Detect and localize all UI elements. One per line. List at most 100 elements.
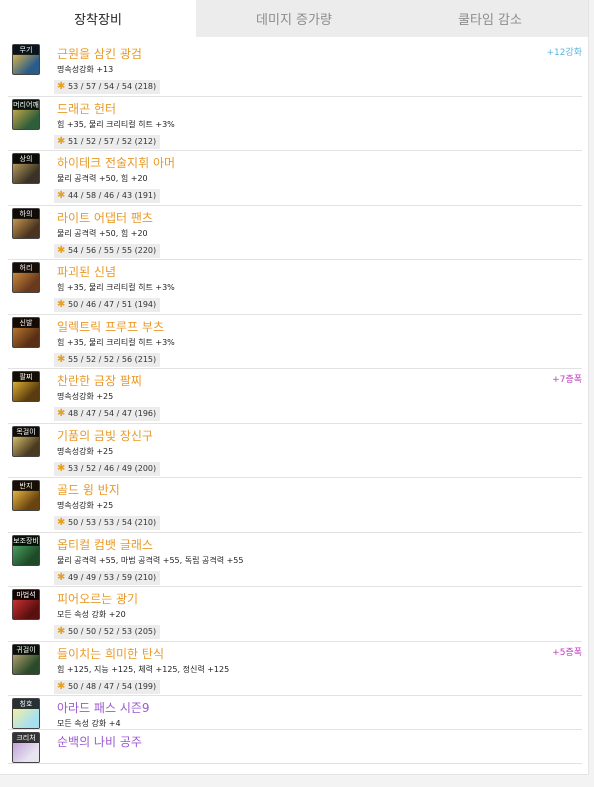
equipment-icon[interactable]: 목걸이 bbox=[12, 425, 40, 457]
equipment-icon-art bbox=[13, 435, 39, 456]
equipment-name[interactable]: 아라드 패스 시즌9 bbox=[57, 699, 150, 716]
equipment-name[interactable]: 골드 윙 반지 bbox=[57, 481, 120, 498]
equipment-list: 무기 근원을 삼킨 광검 명속성강화 +13 ✱ 53 / 57 / 54 / 54 (… bbox=[8, 42, 582, 764]
equipment-icon-art bbox=[13, 54, 39, 74]
equipment-name[interactable]: 파괴된 신념 bbox=[57, 263, 116, 280]
star-icon: ✱ bbox=[57, 353, 66, 365]
equipment-stat-values: 50 / 53 / 53 / 54 (210) bbox=[68, 518, 157, 527]
equipment-slot-tag: 칭호 bbox=[13, 699, 39, 709]
star-icon: ✱ bbox=[57, 135, 66, 147]
equipment-stat-values: 44 / 58 / 46 / 43 (191) bbox=[68, 191, 157, 200]
equipment-name[interactable]: 찬란한 금장 팔찌 bbox=[57, 372, 142, 389]
enhancement-badge: +7증폭 bbox=[552, 375, 582, 385]
equipment-item[interactable]: 귀걸이 들이치는 희미한 탄식 힘 +125, 지능 +125, 체력 +125, … bbox=[8, 642, 582, 696]
equipment-option: 모든 속성 강화 +20 bbox=[57, 610, 126, 619]
tab-equipped[interactable]: 장착장비 bbox=[0, 0, 196, 37]
equipment-stat-bar: ✱ 49 / 49 / 53 / 59 (210) bbox=[54, 570, 161, 585]
equipment-name[interactable]: 순백의 나비 공주 bbox=[57, 733, 142, 750]
equipment-option: 모든 속성 강화 +4 bbox=[57, 719, 121, 728]
equipment-name[interactable]: 드래곤 헌터 bbox=[57, 100, 116, 117]
equipment-item[interactable]: 반지 골드 윙 반지 명속성강화 +25 ✱ 50 / 53 / 53 / 54 (21… bbox=[8, 478, 582, 533]
equipment-stat-bar: ✱ 53 / 52 / 46 / 49 (200) bbox=[54, 461, 161, 476]
equipment-icon[interactable]: 신발 bbox=[12, 316, 40, 348]
star-icon: ✱ bbox=[57, 680, 66, 692]
equipment-option: 힘 +35, 물리 크리티컬 히트 +3% bbox=[57, 337, 175, 347]
equipment-item[interactable]: 칭호 아라드 패스 시즌9 모든 속성 강화 +4 bbox=[8, 696, 582, 730]
star-icon: ✱ bbox=[57, 571, 66, 583]
equipment-stat-values: 50 / 48 / 47 / 54 (199) bbox=[68, 681, 157, 691]
equipment-stat-bar: ✱ 48 / 47 / 54 / 47 (196) bbox=[54, 407, 161, 421]
equipment-item[interactable]: 목걸이 기품의 금빛 장신구명속성강화 +25 ✱ 53 / 52 / 46 / 49… bbox=[8, 424, 582, 478]
equipment-stat-values: 53 / 52 / 46 / 49 (200) bbox=[68, 463, 157, 473]
star-icon: ✱ bbox=[57, 299, 66, 310]
equipment-stat-values: 48 / 47 / 54 / 47 (196) bbox=[68, 409, 157, 418]
equipment-icon[interactable]: 귀걸이 bbox=[12, 643, 40, 675]
equipment-item[interactable]: 신발 일렉트릭 프루프 부츠힘 +35, 물리 크리티컬 히트 +3% ✱ 55 / … bbox=[8, 315, 582, 369]
equipment-icon-art bbox=[13, 217, 39, 238]
equipment-option: 물리 공격력 +50, 힘 +20 bbox=[57, 228, 148, 238]
equipment-stat-values: 49 / 49 / 53 / 59 (210) bbox=[68, 572, 157, 582]
equipment-icon[interactable]: 머리어깨 bbox=[12, 98, 40, 130]
equipment-item[interactable]: 무기 근원을 삼킨 광검 명속성강화 +13 ✱ 53 / 57 / 54 / 54 (… bbox=[8, 42, 582, 97]
equipment-name[interactable]: 옵티컬 컴뱃 글래스 bbox=[57, 536, 153, 553]
star-icon: ✱ bbox=[57, 517, 66, 528]
equipment-slot-tag: 무기 bbox=[13, 45, 39, 55]
equipment-name[interactable]: 근원을 삼킨 광검 bbox=[57, 45, 142, 62]
equipment-name[interactable]: 라이트 어댑터 팬츠 bbox=[57, 209, 153, 226]
equipment-icon[interactable]: 크리처 bbox=[12, 732, 40, 763]
equipment-name[interactable]: 들이치는 희미한 탄식 bbox=[57, 645, 164, 662]
equipment-option: 명속성강화 +25 bbox=[57, 446, 114, 456]
tab-damage-increase[interactable]: 데미지 증가량 bbox=[196, 0, 392, 37]
equipment-item[interactable]: 크리처 순백의 나비 공주 bbox=[8, 730, 582, 764]
equipment-icon[interactable]: 반지 bbox=[12, 480, 40, 511]
equipment-slot-tag: 보조장비 bbox=[13, 535, 39, 546]
star-icon: ✱ bbox=[57, 244, 66, 256]
equipment-icon[interactable]: 팔찌 bbox=[12, 371, 40, 402]
equipment-slot-tag: 마법석 bbox=[13, 590, 39, 600]
star-icon: ✱ bbox=[57, 626, 66, 637]
equipment-item[interactable]: 상의 하이테크 전술지휘 아머 물리 공격력 +50, 힘 +20 ✱ 44 / 58 … bbox=[8, 151, 582, 206]
enhancement-badge: +5증폭 bbox=[552, 647, 582, 658]
equipment-item[interactable]: 허리 파괴된 신념 힘 +35, 물리 크리티컬 히트 +3% ✱ 50 / 46 / … bbox=[8, 260, 582, 315]
equipment-slot-tag: 머리어깨 bbox=[13, 99, 39, 110]
equipment-option: 힘 +35, 물리 크리티컬 히트 +3% bbox=[57, 119, 175, 129]
equipment-icon-art bbox=[13, 326, 39, 347]
equipment-icon[interactable]: 칭호 bbox=[12, 698, 40, 729]
tab-bar: 장착장비 데미지 증가량 쿨타임 감소 bbox=[0, 0, 588, 37]
tab-cooldown-reduction[interactable]: 쿨타임 감소 bbox=[392, 0, 588, 37]
equipment-icon[interactable]: 허리 bbox=[12, 262, 40, 293]
equipment-icon[interactable]: 무기 bbox=[12, 44, 40, 75]
equipment-stat-values: 55 / 52 / 52 / 56 (215) bbox=[68, 354, 157, 364]
equipment-icon-art bbox=[13, 653, 39, 674]
equipment-option: 명속성강화 +13 bbox=[57, 65, 114, 74]
equipment-slot-tag: 하의 bbox=[13, 208, 39, 219]
equipment-stat-bar: ✱ 50 / 48 / 47 / 54 (199) bbox=[54, 679, 161, 694]
equipment-item[interactable]: 머리어깨 드래곤 헌터힘 +35, 물리 크리티컬 히트 +3% ✱ 51 / 52 … bbox=[8, 97, 582, 151]
star-icon: ✱ bbox=[57, 81, 66, 92]
equipment-name[interactable]: 기품의 금빛 장신구 bbox=[57, 427, 153, 444]
equipment-slot-tag: 신발 bbox=[13, 317, 39, 328]
equipment-icon-art bbox=[13, 381, 39, 401]
equipment-panel: 장착장비 데미지 증가량 쿨타임 감소 무기 근원을 삼킨 광검명속성강화 +13… bbox=[0, 0, 589, 775]
equipment-icon[interactable]: 하의 bbox=[12, 207, 40, 239]
equipment-icon[interactable]: 마법석 bbox=[12, 589, 40, 620]
equipment-item[interactable]: 마법석 피어오르는 광기모든 속성 강화 +20 ✱ 50 / 50 / 52 / 5… bbox=[8, 587, 582, 642]
equipment-icon-art bbox=[13, 544, 39, 565]
equipment-stat-values: 51 / 52 / 57 / 52 (212) bbox=[68, 136, 157, 146]
equipment-icon[interactable]: 상의 bbox=[12, 153, 40, 184]
star-icon: ✱ bbox=[57, 462, 66, 474]
equipment-stat-bar: ✱ 50 / 50 / 52 / 53 (205) bbox=[54, 625, 161, 639]
equipment-slot-tag: 크리처 bbox=[13, 733, 39, 743]
equipment-name[interactable]: 하이테크 전술지휘 아머 bbox=[57, 154, 175, 171]
star-icon: ✱ bbox=[57, 408, 66, 419]
equipment-slot-tag: 목걸이 bbox=[13, 426, 39, 437]
equipment-item[interactable]: 하의 라이트 어댑터 팬츠 물리 공격력 +50, 힘 +20 ✱ 54 / 56 / … bbox=[8, 206, 582, 260]
equipment-slot-tag: 팔찌 bbox=[13, 372, 39, 382]
star-icon: ✱ bbox=[57, 190, 66, 201]
equipment-item[interactable]: 팔찌 찬란한 금장 팔찌 명속성강화 +25 ✱ 48 / 47 / 54 / 47 (… bbox=[8, 369, 582, 424]
equipment-option: 물리 공격력 +55, 마법 공격력 +55, 독립 공격력 +55 bbox=[57, 555, 244, 565]
equipment-icon[interactable]: 보조장비 bbox=[12, 534, 40, 566]
equipment-name[interactable]: 일렉트릭 프루프 부츠 bbox=[57, 318, 164, 335]
equipment-item[interactable]: 보조장비 옵티컬 컴뱃 글래스물리 공격력 +55, 마법 공격력 +55, 독립… bbox=[8, 533, 582, 587]
equipment-name[interactable]: 피어오르는 광기 bbox=[57, 590, 138, 607]
